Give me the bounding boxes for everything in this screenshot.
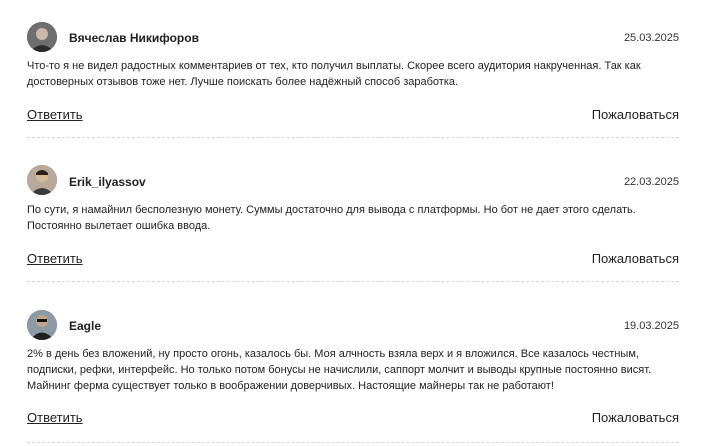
report-link[interactable]: Пожаловаться — [592, 251, 679, 266]
comment-item: Eagle 19.03.2025 2% в день без вложений,… — [27, 282, 679, 443]
comment-date: 19.03.2025 — [623, 320, 679, 332]
user-avatar[interactable] — [27, 310, 57, 340]
comments-list: Вячеслав Никифоров 25.03.2025 Что-то я н… — [27, 0, 679, 443]
user-photo-icon — [27, 165, 57, 195]
comment-text: Что-то я не видел радостных комментариев… — [27, 60, 641, 88]
reply-link[interactable]: Ответить — [27, 410, 83, 425]
comment-text: По сути, я намайнил бесполезную монету. … — [27, 204, 636, 232]
reply-link[interactable]: Ответить — [27, 251, 83, 266]
comment-actions: Ответить Пожаловаться — [27, 107, 679, 129]
comment-author[interactable]: Eagle — [69, 319, 101, 333]
comment-author[interactable]: Erik_ilyassov — [69, 175, 146, 189]
reply-link[interactable]: Ответить — [27, 107, 83, 122]
comment-actions: Ответить Пожаловаться — [27, 410, 679, 432]
comment-item: Erik_ilyassov 22.03.2025 По сути, я нама… — [27, 138, 679, 282]
comment-author[interactable]: Вячеслав Никифоров — [69, 31, 199, 45]
comment-text: 2% в день без вложений, ну просто огонь,… — [27, 348, 652, 392]
user-photo-icon — [27, 22, 57, 52]
comment-header: Eagle 19.03.2025 — [27, 282, 679, 346]
user-photo-icon — [27, 310, 57, 340]
comment-header: Erik_ilyassov 22.03.2025 — [27, 138, 679, 202]
comment-item: Вячеслав Никифоров 25.03.2025 Что-то я н… — [27, 0, 679, 138]
comment-date: 25.03.2025 — [623, 32, 679, 44]
comment-date: 22.03.2025 — [623, 176, 679, 188]
report-link[interactable]: Пожаловаться — [592, 410, 679, 425]
comment-actions: Ответить Пожаловаться — [27, 251, 679, 273]
user-avatar[interactable] — [27, 165, 57, 195]
comment-header: Вячеслав Никифоров 25.03.2025 — [27, 0, 679, 58]
user-avatar[interactable] — [27, 22, 57, 52]
report-link[interactable]: Пожаловаться — [592, 107, 679, 122]
